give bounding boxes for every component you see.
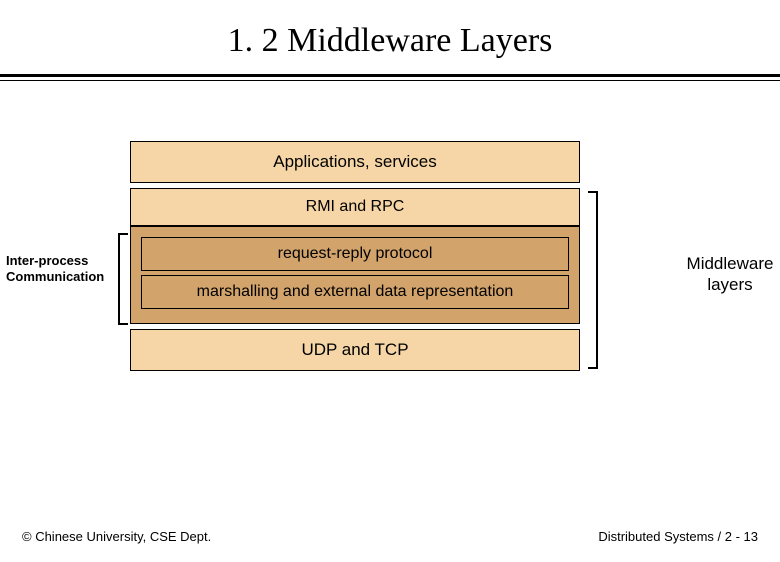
slide-footer: © Chinese University, CSE Dept. Distribu… xyxy=(0,529,780,544)
right-annotation: Middleware layers xyxy=(684,253,776,296)
layer-ipc-block: request-reply protocol marshalling and e… xyxy=(130,226,580,324)
divider-thin xyxy=(0,80,780,81)
divider-thick xyxy=(0,74,780,77)
bracket-left xyxy=(118,233,128,325)
left-annotation: Inter-process Communication xyxy=(6,253,114,286)
layer-applications: Applications, services xyxy=(130,141,580,183)
layer-stack: Applications, services RMI and RPC reque… xyxy=(130,141,580,376)
layer-marshalling: marshalling and external data representa… xyxy=(141,275,569,309)
layer-request-reply: request-reply protocol xyxy=(141,237,569,271)
slide-title: 1. 2 Middleware Layers xyxy=(0,22,780,60)
layer-udp-tcp: UDP and TCP xyxy=(130,329,580,371)
title-divider xyxy=(0,74,780,81)
footer-right-text: Distributed Systems / 2 - 13 xyxy=(598,529,758,544)
footer-left-text: © Chinese University, CSE Dept. xyxy=(22,529,211,544)
layer-diagram: Inter-process Communication Applications… xyxy=(0,141,780,401)
bracket-right xyxy=(588,191,598,369)
layer-rmi-rpc: RMI and RPC xyxy=(130,188,580,226)
